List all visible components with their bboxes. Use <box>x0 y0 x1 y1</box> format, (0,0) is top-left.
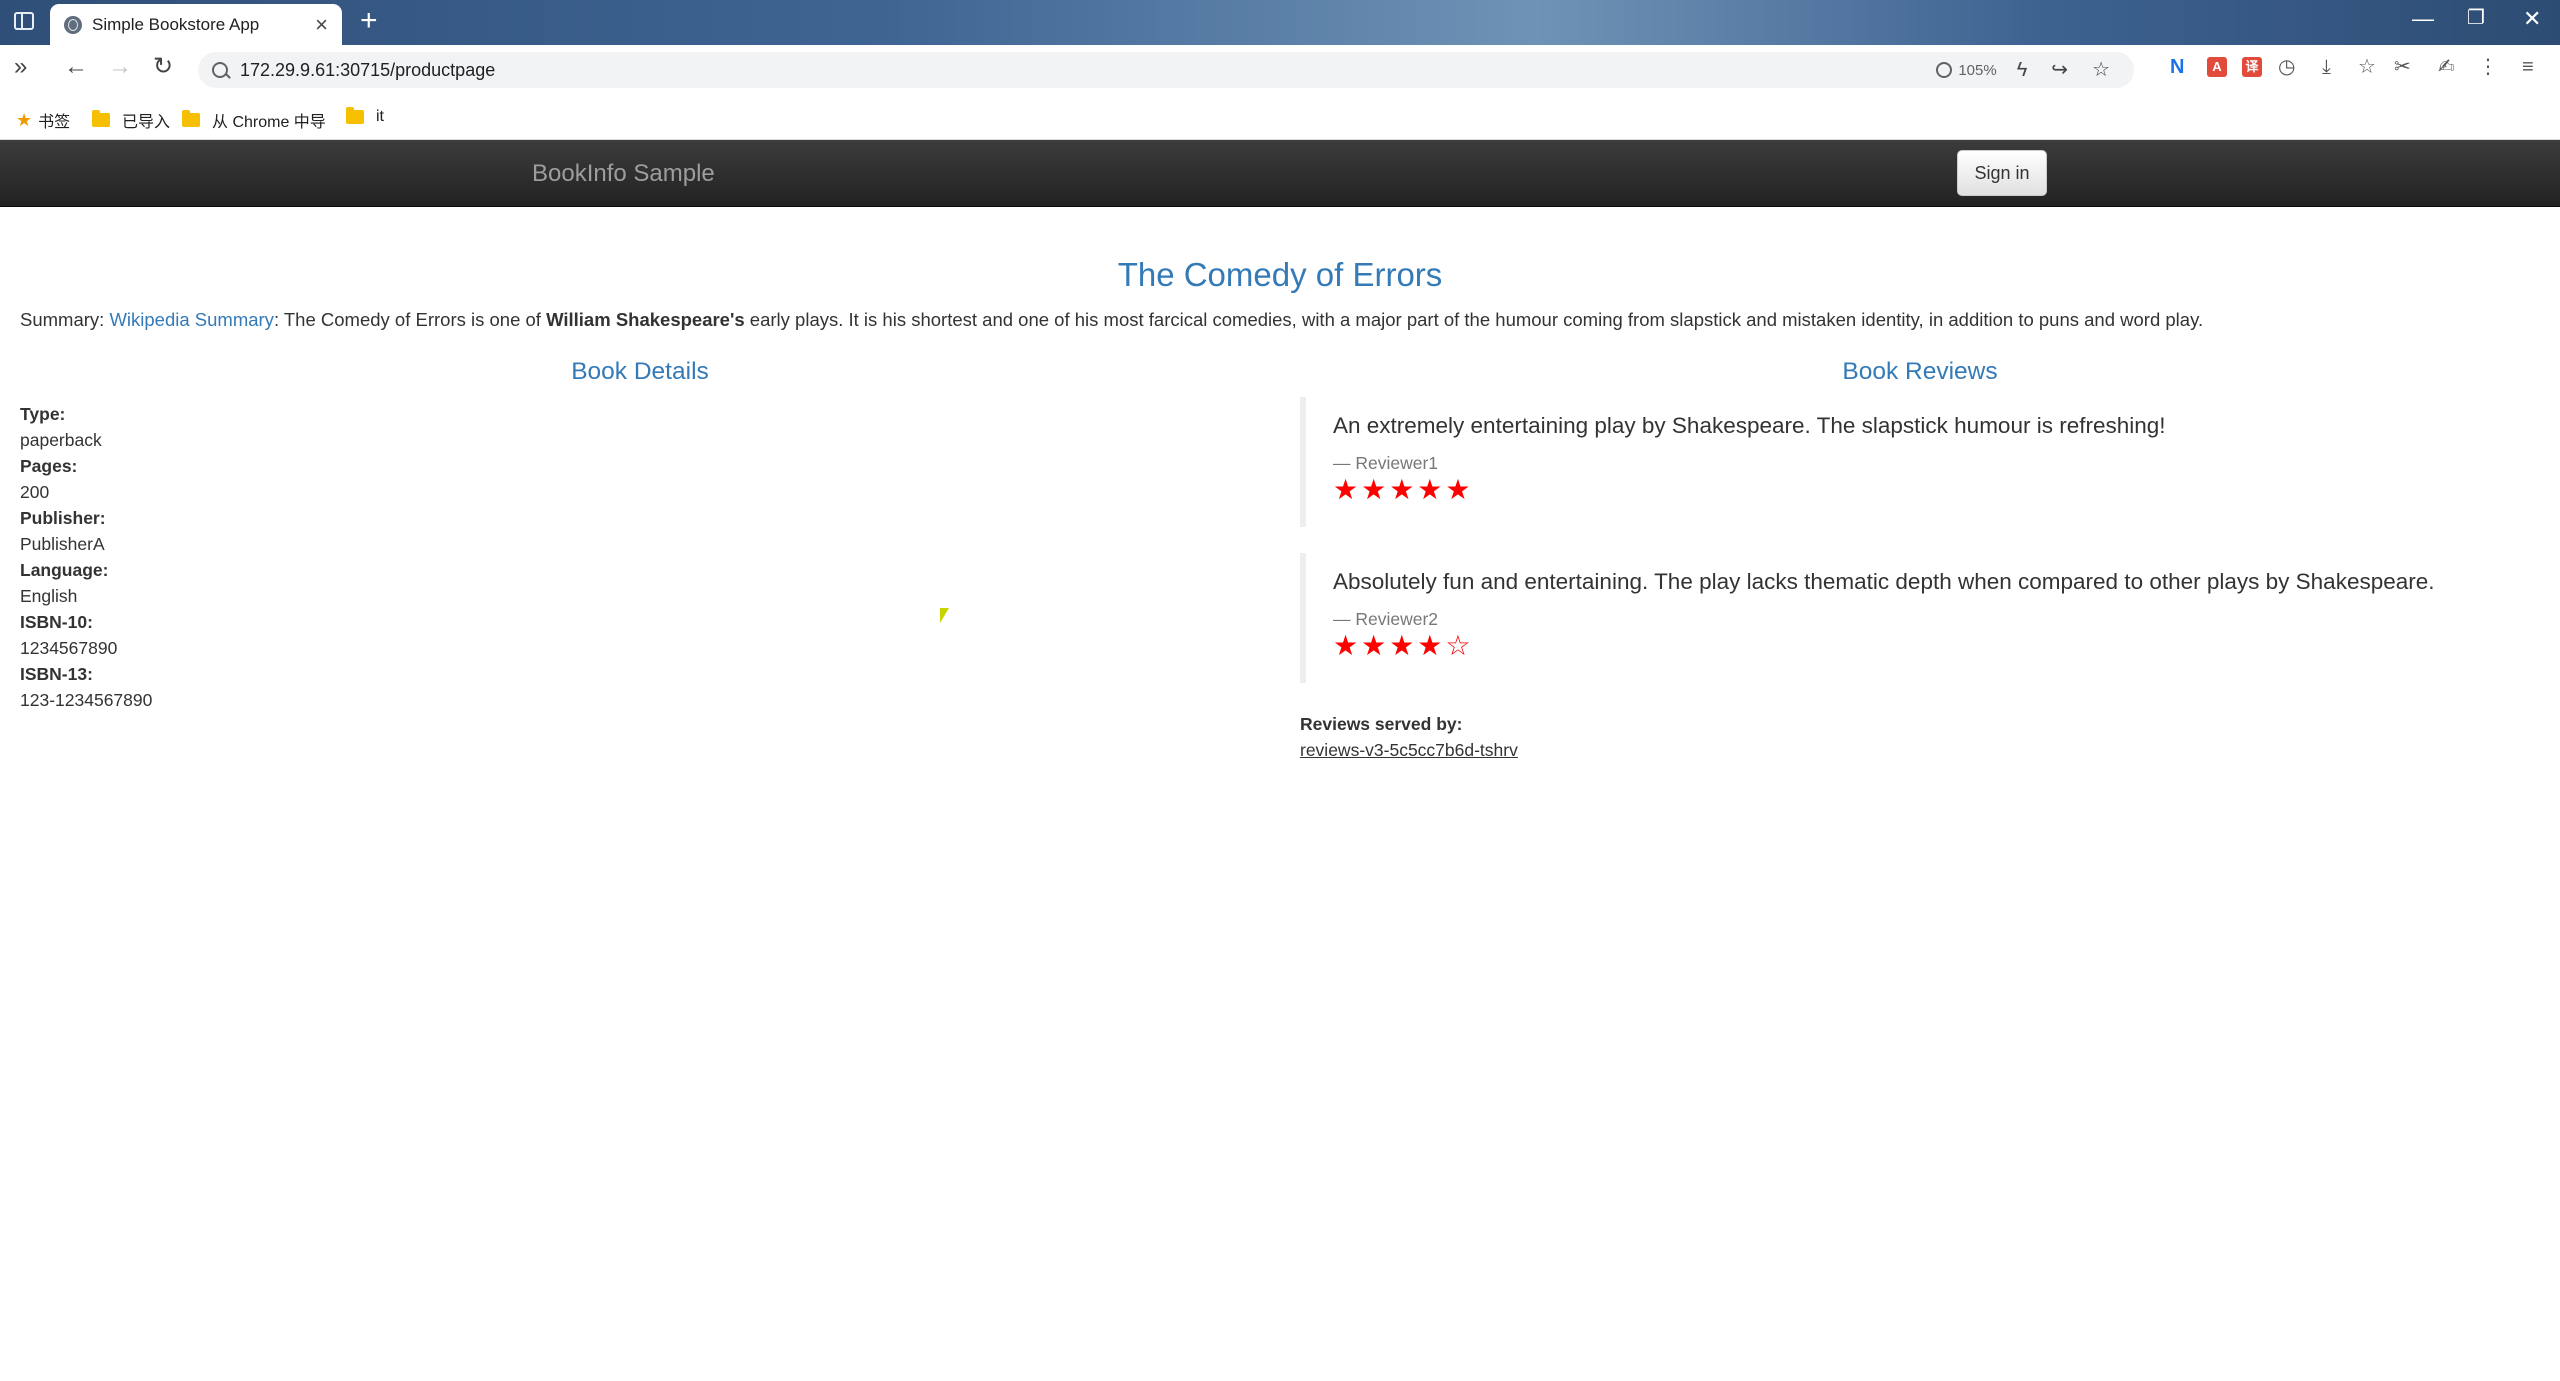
bookmark-label: 已导入 <box>122 114 171 131</box>
detail-label: Pages: <box>20 456 78 476</box>
globe-icon <box>64 15 82 34</box>
review-text: An extremely entertaining play by Shakes… <box>1333 413 2166 438</box>
book-summary: Summary: Wikipedia Summary: The Comedy o… <box>20 309 2203 331</box>
detail-label: Publisher: <box>20 508 106 528</box>
tab-title: Simple Bookstore App <box>92 14 260 34</box>
bookmarks-bar: ★ 书签 已导入 从 Chrome 中导 it <box>0 95 2560 140</box>
review-item: An extremely entertaining play by Shakes… <box>1300 397 2500 527</box>
share-icon[interactable]: ↪ <box>2051 60 2068 80</box>
folder-icon <box>92 110 110 127</box>
summary-text: : The Comedy of Errors is one of <box>273 309 547 330</box>
bookmark-folder[interactable]: it <box>346 107 384 126</box>
close-tab-icon[interactable]: × <box>315 13 328 36</box>
favorites-icon[interactable]: ☆ <box>2358 57 2376 77</box>
detail-label: Language: <box>20 560 109 580</box>
detail-label: Type: <box>20 404 66 424</box>
expand-panel-icon[interactable]: » <box>14 55 27 79</box>
navbar-brand[interactable]: BookInfo Sample <box>532 160 715 188</box>
extension-pdf-icon[interactable]: A <box>2207 57 2227 77</box>
served-by-link[interactable]: reviews-v3-5c5cc7b6d-tshrv <box>1300 740 1518 760</box>
summary-prefix: Summary: <box>20 309 110 330</box>
book-reviews-heading: Book Reviews <box>1842 358 1998 385</box>
zoom-indicator[interactable]: 105% <box>1936 61 1997 79</box>
reviewer-name: — Reviewer1 <box>1333 453 1439 473</box>
forward-icon[interactable]: → <box>108 55 132 79</box>
bookmark-item[interactable]: ★ 书签 <box>16 108 70 132</box>
bookmark-star-icon[interactable]: ☆ <box>2092 60 2110 80</box>
folder-icon <box>346 107 364 124</box>
mouse-cursor-icon <box>940 608 949 623</box>
browser-titlebar: Simple Bookstore App × + — ❐ ✕ <box>0 0 2560 45</box>
extension-translate-icon[interactable]: 译 <box>2242 57 2262 77</box>
zoom-icon <box>1936 62 1953 78</box>
book-details-heading: Book Details <box>571 358 709 385</box>
book-details: Type: paperback Pages: 200 Publisher: Pu… <box>20 401 152 713</box>
signature-icon[interactable]: ✍ <box>2438 57 2455 77</box>
reviews-served-by: Reviews served by: reviews-v3-5c5cc7b6d-… <box>1300 711 1518 763</box>
detail-label: ISBN-10: <box>20 612 93 632</box>
bookmark-folder[interactable]: 已导入 <box>92 108 170 132</box>
site-navbar: BookInfo Sample Sign in <box>0 140 2560 207</box>
minimize-icon[interactable]: — <box>2412 8 2434 30</box>
bookmark-label: 书签 <box>38 114 71 131</box>
page-title: The Comedy of Errors <box>1117 256 1443 293</box>
sign-in-button[interactable]: Sign in <box>1957 150 2047 196</box>
summary-text: early plays. It is his shortest and one … <box>744 309 2204 330</box>
window-close-icon[interactable]: ✕ <box>2523 8 2541 30</box>
extension-n-icon[interactable]: N <box>2170 57 2184 77</box>
new-tab-icon[interactable]: + <box>360 6 378 36</box>
search-icon <box>212 62 228 78</box>
detail-label: ISBN-13: <box>20 664 93 684</box>
restore-icon[interactable]: ❐ <box>2467 8 2485 28</box>
star-icon: ★ <box>16 109 33 130</box>
review-item: Absolutely fun and entertaining. The pla… <box>1300 553 2500 683</box>
wikipedia-summary-link[interactable]: Wikipedia Summary <box>109 309 274 330</box>
reload-icon[interactable]: ↻ <box>153 55 173 79</box>
review-text: Absolutely fun and entertaining. The pla… <box>1333 569 2435 594</box>
menu-icon[interactable]: ≡ <box>2522 57 2534 77</box>
detail-value: 200 <box>20 482 50 502</box>
address-bar[interactable]: 172.29.9.61:30715/productpage 105% ϟ ↪ ☆ <box>198 52 2134 88</box>
detail-value: 1234567890 <box>20 638 118 658</box>
served-by-label: Reviews served by: <box>1300 714 1463 734</box>
zoom-level: 105% <box>1958 61 1997 79</box>
download-icon[interactable]: ⤓ <box>2322 57 2331 77</box>
bookmark-label: 从 Chrome 中导 <box>212 114 326 131</box>
bookmark-label: it <box>376 108 384 125</box>
reviewer-name: — Reviewer2 <box>1333 609 1439 629</box>
history-icon[interactable]: ◷ <box>2278 57 2295 77</box>
detail-value: paperback <box>20 430 102 450</box>
browser-tab-active[interactable]: Simple Bookstore App × <box>50 4 342 45</box>
more-icon[interactable]: ⋮ <box>2478 57 2498 77</box>
screenshot-icon[interactable]: ✂ <box>2394 57 2411 77</box>
back-icon[interactable]: ← <box>64 55 88 79</box>
url-text[interactable]: 172.29.9.61:30715/productpage <box>240 60 1936 81</box>
detail-value: English <box>20 586 78 606</box>
sidebar-toggle-icon[interactable] <box>14 12 34 30</box>
star-rating: ★★★★☆ <box>1333 630 1474 661</box>
star-rating: ★★★★★ <box>1333 474 1474 505</box>
lightning-icon[interactable]: ϟ <box>2017 60 2028 80</box>
summary-author: William Shakespeare's <box>546 309 745 330</box>
folder-icon <box>182 110 200 127</box>
detail-value: 123-1234567890 <box>20 690 153 710</box>
browser-toolbar: » ← → ↻ 172.29.9.61:30715/productpage 10… <box>0 45 2560 95</box>
detail-value: PublisherA <box>20 534 105 554</box>
bookmark-folder[interactable]: 从 Chrome 中导 <box>182 108 326 132</box>
